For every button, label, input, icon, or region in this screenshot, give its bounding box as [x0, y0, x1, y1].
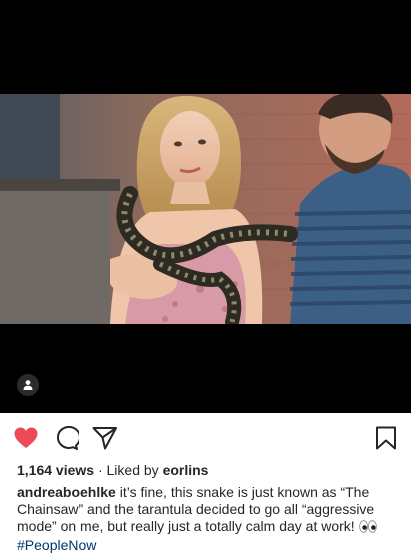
eyes-emoji [358, 520, 377, 537]
separator-dot: · [94, 462, 107, 478]
heart-icon[interactable] [13, 426, 39, 450]
tagged-people-button[interactable] [17, 374, 39, 396]
liked-by-username[interactable]: eorlins [163, 462, 209, 478]
liked-by-prefix: Liked by [106, 462, 163, 478]
video-frame[interactable] [0, 94, 411, 324]
comment-bubble-icon[interactable] [53, 426, 79, 450]
hashtag-link[interactable]: #PeopleNow [17, 537, 96, 553]
video-thumbnail [0, 94, 411, 324]
person-tag-icon [23, 380, 33, 390]
post-media[interactable] [0, 0, 411, 413]
instagram-post: 1,164 views · Liked by eorlins andreaboe… [0, 0, 411, 553]
post-caption: andreaboehlke it’s fine, this snake is j… [17, 484, 399, 554]
caption-username[interactable]: andreaboehlke [17, 484, 116, 500]
view-count[interactable]: 1,164 views [17, 462, 94, 478]
action-bar [0, 420, 411, 456]
bookmark-icon[interactable] [373, 426, 399, 450]
views-liked-by-line: 1,164 views · Liked by eorlins [17, 461, 397, 479]
paper-plane-icon[interactable] [92, 426, 118, 450]
